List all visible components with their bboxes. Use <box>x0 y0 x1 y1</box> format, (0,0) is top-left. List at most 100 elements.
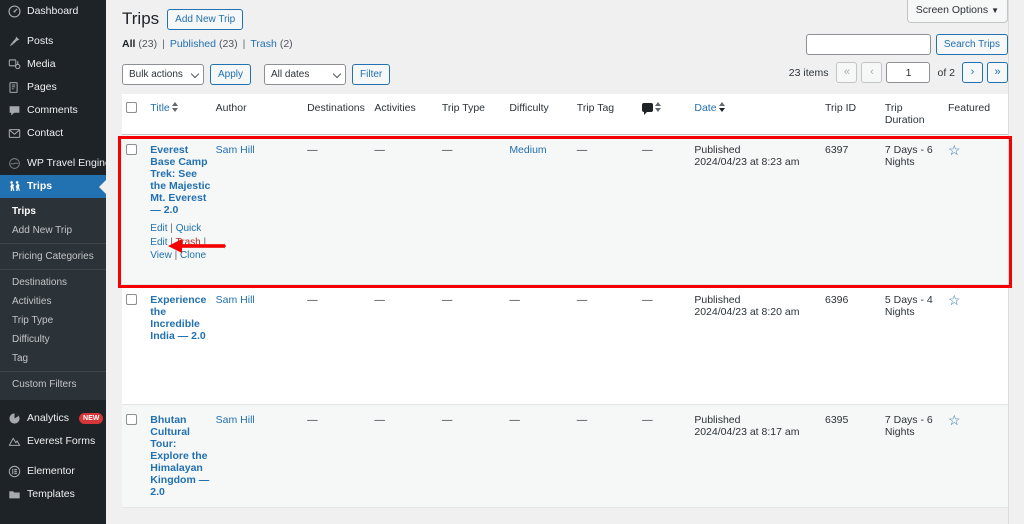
sidebar-item-templates[interactable]: Templates <box>0 483 106 506</box>
column-header-trip-duration[interactable]: Trip Duration <box>884 94 949 135</box>
row-actions: Edit | Quick Edit | Trash | View | Clone <box>150 223 207 261</box>
view-link[interactable]: View <box>150 250 172 261</box>
sidebar-item-wp-travel-engine[interactable]: WP Travel Engine <box>0 152 106 175</box>
trip-title-link[interactable]: Bhutan Cultural Tour: Explore the Himala… <box>150 414 209 498</box>
sidebar-subitem-trips[interactable]: Trips <box>0 202 106 221</box>
sidebar-item-media[interactable]: Media <box>0 53 106 76</box>
column-header-destinations[interactable]: Destinations <box>307 94 375 135</box>
star-icon[interactable]: ☆ <box>948 413 961 427</box>
analytics-new-badge: NEW <box>79 413 104 424</box>
select-all-checkbox[interactable] <box>126 102 137 113</box>
column-label: Date <box>694 102 717 114</box>
column-label: Trip Type <box>441 102 486 114</box>
trash-link[interactable]: Trash <box>176 237 201 248</box>
row-checkbox[interactable] <box>126 414 137 425</box>
sidebar-item-label: Templates <box>27 488 75 500</box>
view-link-published[interactable]: Published <box>170 38 216 50</box>
sidebar-subitem-add-new-trip[interactable]: Add New Trip <box>0 221 106 240</box>
author-link[interactable]: Sam Hill <box>216 294 255 306</box>
bulk-actions-select[interactable]: Bulk actions <box>122 63 204 85</box>
sidebar-subitem-destinations[interactable]: Destinations <box>0 273 106 292</box>
row-checkbox[interactable] <box>126 144 137 155</box>
row-difficulty-cell: — <box>509 284 577 405</box>
sidebar-item-comments[interactable]: Comments <box>0 99 106 122</box>
row-author-cell: Sam Hill <box>215 284 308 405</box>
star-icon[interactable]: ☆ <box>948 143 961 157</box>
column-header-difficulty[interactable]: Difficulty <box>509 94 577 135</box>
difficulty-link[interactable]: Medium <box>509 144 546 156</box>
scroll-gutter[interactable] <box>1008 0 1024 524</box>
sidebar-item-pages[interactable]: Pages <box>0 76 106 99</box>
sidebar-subitem-custom-filters[interactable]: Custom Filters <box>0 375 106 394</box>
add-new-trip-button[interactable]: Add New Trip <box>167 8 244 30</box>
column-header-title[interactable]: Title <box>150 94 216 135</box>
row-date-cell: Published 2024/04/23 at 8:17 am <box>694 404 825 508</box>
row-featured-cell[interactable]: ☆ <box>948 284 1008 405</box>
sidebar-item-label: Trips <box>27 180 53 192</box>
search-input[interactable] <box>805 34 931 55</box>
sidebar-item-posts[interactable]: Posts <box>0 30 106 53</box>
column-label: Activities <box>374 102 416 114</box>
sidebar-item-analytics[interactable]: Analytics NEW <box>0 407 106 430</box>
view-link-trash[interactable]: Trash <box>250 38 276 50</box>
prev-page-button[interactable]: ‹ <box>861 62 883 83</box>
row-checkbox[interactable] <box>126 294 137 305</box>
star-icon[interactable]: ☆ <box>948 293 961 307</box>
sidebar-subitem-pricing-categories[interactable]: Pricing Categories <box>0 247 106 266</box>
sort-indicator-icon <box>171 102 179 112</box>
row-activities-cell: — <box>374 134 442 285</box>
row-trip-type-cell: — <box>441 284 510 405</box>
sidebar-subitem-activities[interactable]: Activities <box>0 292 106 311</box>
comment-icon <box>642 103 654 115</box>
table-row: Everest Base Camp Trek: See the Majestic… <box>122 134 1008 285</box>
sidebar-subitem-difficulty[interactable]: Difficulty <box>0 330 106 349</box>
apply-button[interactable]: Apply <box>210 63 252 85</box>
author-link[interactable]: Sam Hill <box>216 144 255 156</box>
screen-options-toggle[interactable]: Screen Options ▼ <box>906 0 1008 23</box>
envelope-icon <box>7 127 21 141</box>
current-page-input[interactable]: 1 <box>886 62 931 83</box>
column-header-trip-type[interactable]: Trip Type <box>441 94 510 135</box>
media-icon <box>7 58 21 72</box>
date-value: 2024/04/23 at 8:20 am <box>694 306 800 318</box>
next-page-button[interactable]: › <box>962 62 983 83</box>
filter-button[interactable]: Filter <box>352 63 391 85</box>
column-header-comments[interactable] <box>642 94 695 135</box>
trip-title-link[interactable]: Everest Base Camp Trek: See the Majestic… <box>150 144 210 216</box>
first-page-button[interactable]: « <box>836 62 858 83</box>
column-header-trip-tag[interactable]: Trip Tag <box>576 94 643 135</box>
row-trip-duration-cell: 7 Days - 6 Nights <box>884 404 949 508</box>
column-header-featured[interactable]: Featured <box>948 94 1008 135</box>
edit-link[interactable]: Edit <box>150 223 167 234</box>
date-filter-select[interactable]: All dates <box>264 63 347 85</box>
last-page-button[interactable]: » <box>987 62 1008 83</box>
row-trip-type-cell: — <box>441 134 510 285</box>
row-select-cell[interactable] <box>122 404 151 508</box>
row-featured-cell[interactable]: ☆ <box>948 134 1008 285</box>
column-header-date[interactable]: Date <box>694 94 825 135</box>
sidebar-item-elementor[interactable]: Elementor <box>0 460 106 483</box>
sidebar-item-trips[interactable]: Trips <box>0 175 106 198</box>
author-link[interactable]: Sam Hill <box>216 414 255 426</box>
sidebar-subitem-tag[interactable]: Tag <box>0 349 106 368</box>
row-date-cell: Published 2024/04/23 at 8:23 am <box>694 134 825 285</box>
column-header-author[interactable]: Author <box>215 94 308 135</box>
row-featured-cell[interactable]: ☆ <box>948 404 1008 508</box>
sidebar-subitem-trip-type[interactable]: Trip Type <box>0 311 106 330</box>
column-header-activities[interactable]: Activities <box>374 94 442 135</box>
sidebar-item-everest-forms[interactable]: Everest Forms <box>0 430 106 453</box>
select-all-header[interactable] <box>122 94 151 135</box>
row-select-cell[interactable] <box>122 134 151 285</box>
column-label: Author <box>215 102 247 114</box>
column-label: Destinations <box>307 102 365 114</box>
chevron-down-icon <box>332 69 342 78</box>
sidebar-item-contact[interactable]: Contact <box>0 122 106 145</box>
search-trips-button[interactable]: Search Trips <box>935 34 1008 55</box>
row-select-cell[interactable] <box>122 284 151 405</box>
trip-title-link[interactable]: Experience the Incredible India — 2.0 <box>150 294 206 342</box>
clone-link[interactable]: Clone <box>180 250 206 261</box>
view-link-all[interactable]: All <box>122 38 135 50</box>
column-header-trip-id[interactable]: Trip ID <box>825 94 885 135</box>
sidebar-item-dashboard[interactable]: Dashboard <box>0 0 106 23</box>
items-count: 23 items <box>788 66 829 79</box>
